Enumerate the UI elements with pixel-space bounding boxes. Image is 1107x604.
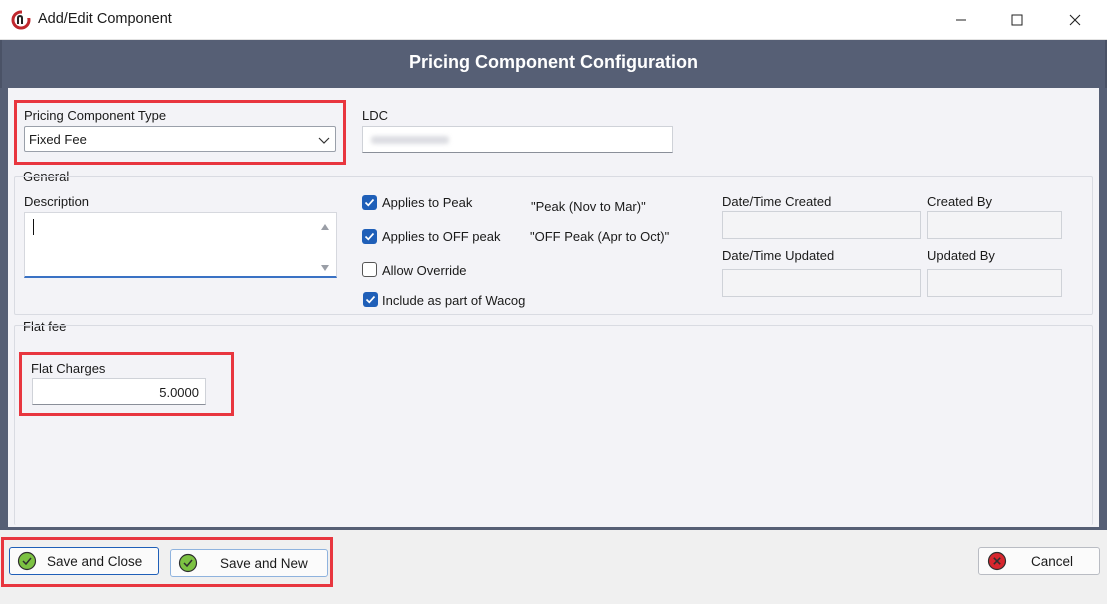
maximize-button[interactable] — [994, 0, 1040, 40]
updated-by-label: Updated By — [927, 248, 995, 263]
checkmark-icon — [364, 198, 375, 207]
title-bar: Add/Edit Component — [0, 0, 1107, 40]
config-header: Pricing Component Configuration — [0, 40, 1107, 88]
peak-season-note: "Peak (Nov to Mar)" — [531, 199, 646, 214]
checkmark-icon — [365, 295, 376, 304]
flat-charges-highlight — [19, 352, 234, 416]
ldc-field[interactable] — [362, 126, 673, 153]
off-peak-season-note: "OFF Peak (Apr to Oct)" — [530, 229, 670, 244]
scroll-up-icon[interactable] — [320, 219, 330, 234]
updated-by-field — [927, 269, 1062, 297]
applies-off-peak-label[interactable]: Applies to OFF peak — [382, 229, 501, 244]
close-icon — [1069, 14, 1081, 26]
ldc-blurred-value — [371, 136, 449, 144]
scroll-down-icon[interactable] — [320, 260, 330, 275]
text-caret — [33, 219, 34, 235]
app-logo-icon — [11, 10, 31, 30]
include-wacog-checkbox[interactable] — [363, 292, 378, 307]
created-by-field — [927, 211, 1062, 239]
pricing-type-highlight — [14, 100, 346, 165]
applies-off-peak-checkbox[interactable] — [362, 229, 377, 244]
minimize-icon — [956, 19, 966, 21]
allow-override-checkbox[interactable] — [362, 262, 377, 277]
cancel-circle-icon — [987, 551, 1007, 571]
cancel-label: Cancel — [1031, 553, 1074, 569]
main-content: Pricing Component Type Fixed Fee LDC Gen… — [0, 88, 1107, 530]
minimize-button[interactable] — [938, 0, 984, 40]
ldc-label: LDC — [362, 108, 389, 123]
header-title: Pricing Component Configuration — [409, 52, 698, 72]
applies-peak-label[interactable]: Applies to Peak — [382, 195, 472, 210]
date-updated-field — [722, 269, 921, 297]
maximize-icon — [1011, 14, 1023, 26]
checkmark-icon — [364, 232, 375, 241]
window-title: Add/Edit Component — [38, 11, 172, 27]
date-created-label: Date/Time Created — [722, 194, 832, 209]
description-label: Description — [24, 194, 90, 209]
footer-bar: Save and Close Save and New Cancel — [0, 530, 1107, 604]
applies-peak-checkbox[interactable] — [362, 195, 377, 210]
cancel-button[interactable]: Cancel — [978, 547, 1100, 575]
save-buttons-highlight — [1, 537, 333, 587]
allow-override-label[interactable]: Allow Override — [382, 263, 467, 278]
close-button[interactable] — [1052, 0, 1098, 40]
date-updated-label: Date/Time Updated — [722, 248, 835, 263]
description-input[interactable] — [24, 212, 337, 278]
date-created-field — [722, 211, 921, 239]
created-by-label: Created By — [927, 194, 993, 209]
include-wacog-label[interactable]: Include as part of Wacog — [382, 293, 525, 308]
